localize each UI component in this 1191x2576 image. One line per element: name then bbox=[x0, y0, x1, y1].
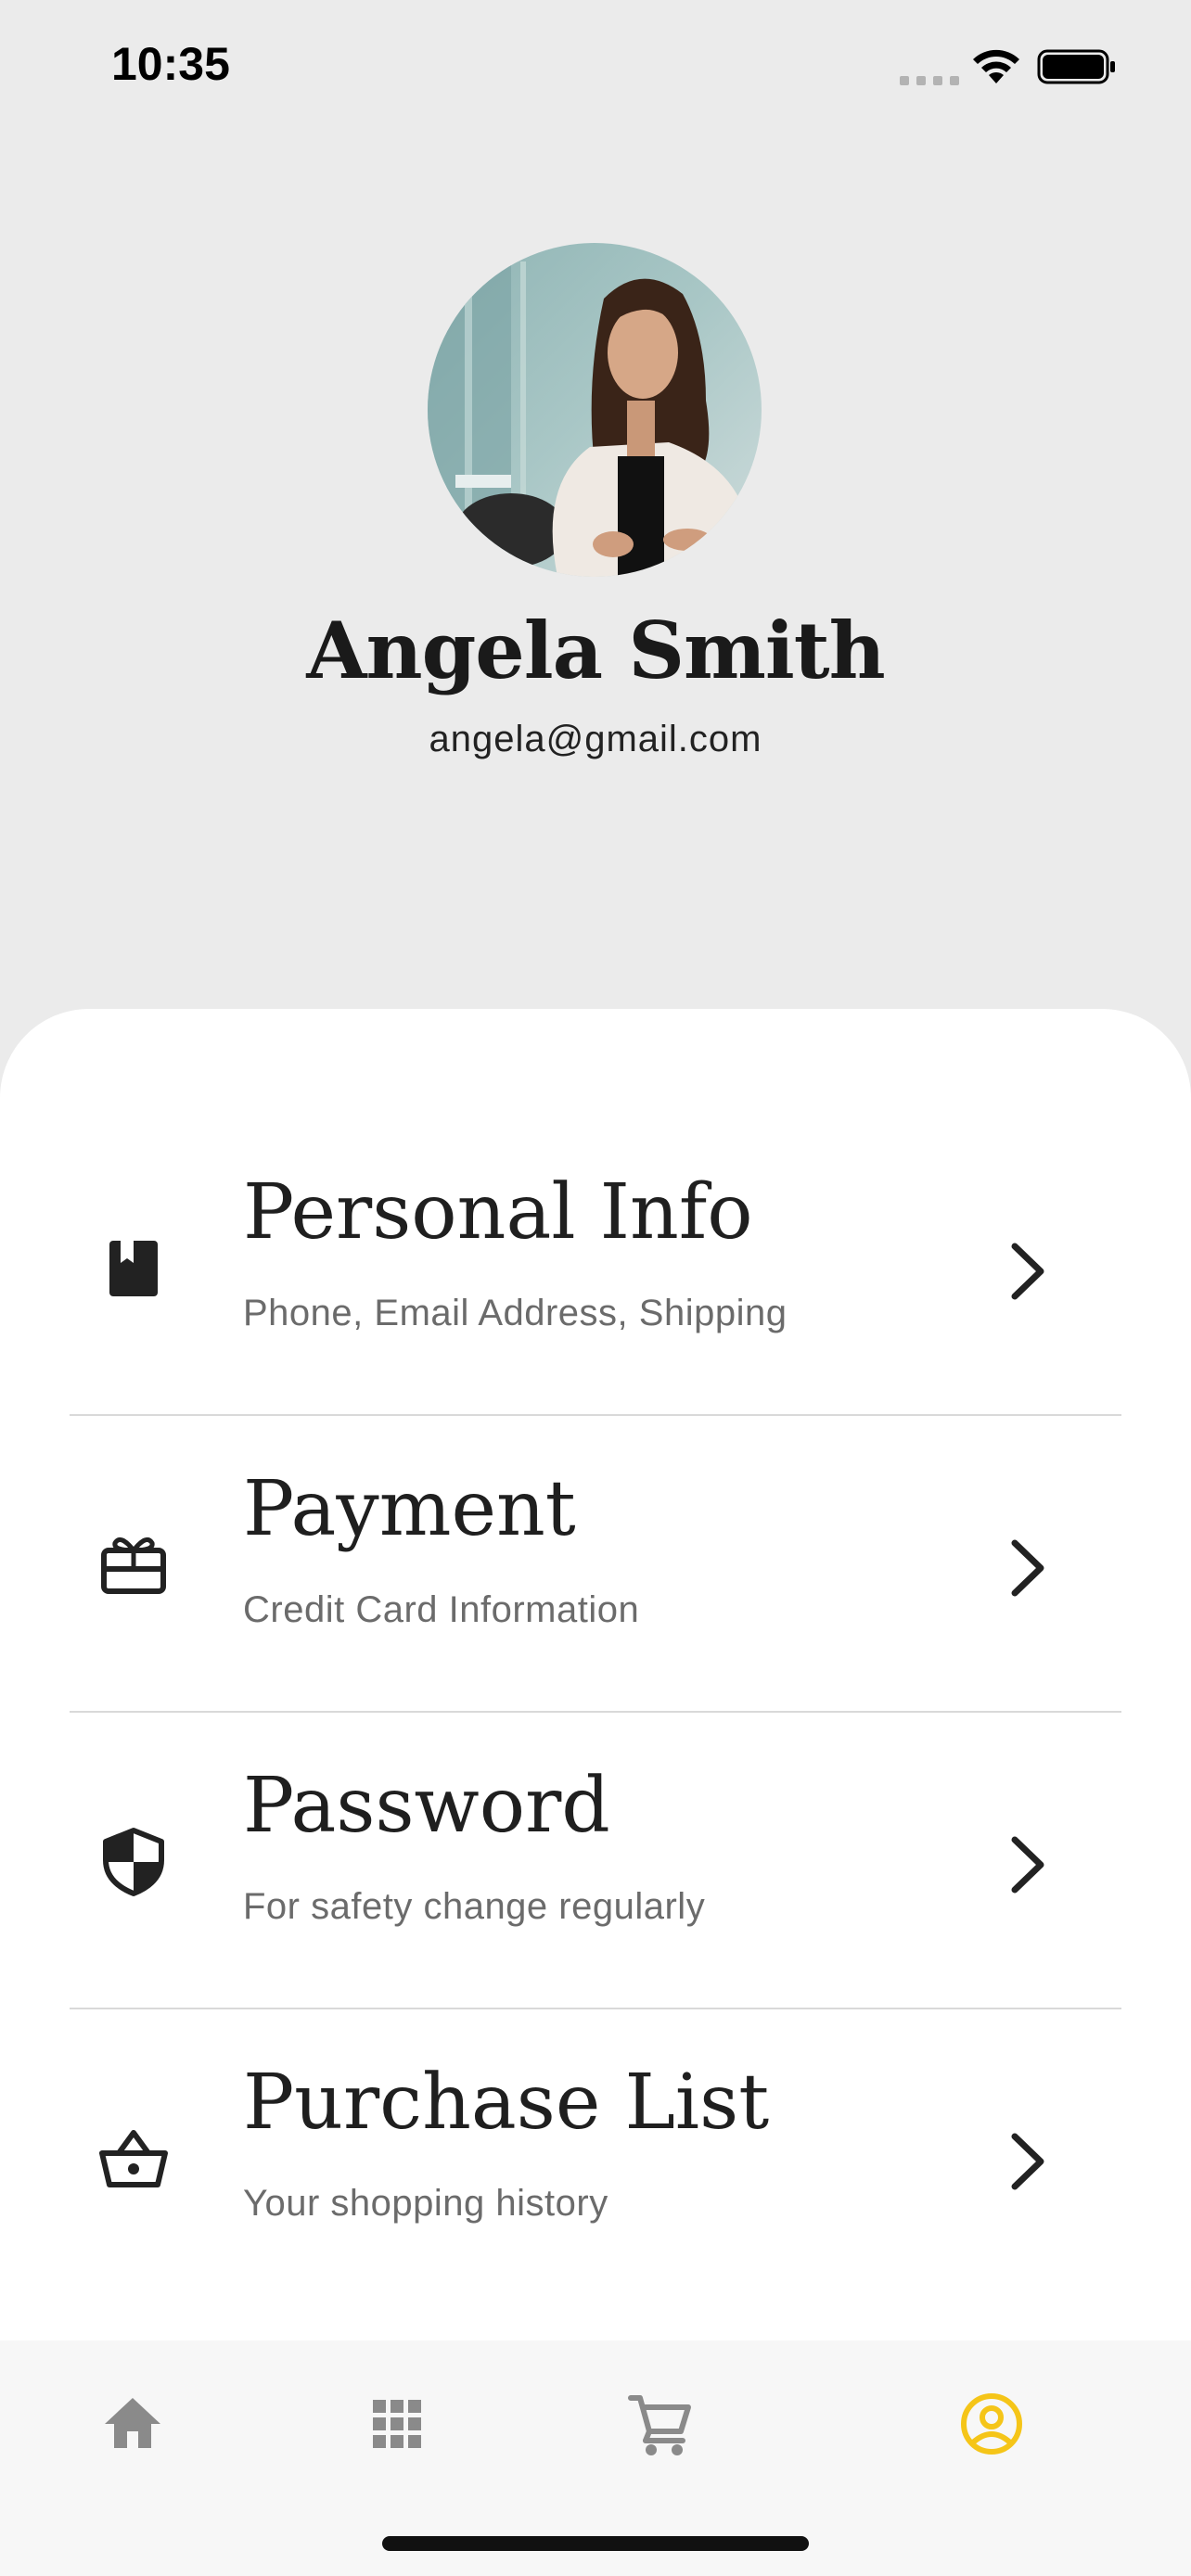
home-icon bbox=[105, 2398, 160, 2448]
chevron-right-icon bbox=[1011, 1243, 1044, 1300]
home-indicator[interactable] bbox=[382, 2536, 809, 2551]
nav-account-button[interactable] bbox=[956, 2389, 1027, 2459]
battery-icon bbox=[1037, 49, 1115, 84]
chevron-right-icon bbox=[1011, 2133, 1044, 2190]
menu-item-purchase-list[interactable]: Purchase List Your shopping history bbox=[0, 2001, 1191, 2298]
status-bar: 10:35 bbox=[0, 0, 1191, 139]
account-circle-icon bbox=[961, 2393, 1022, 2455]
menu-item-title: Personal Info bbox=[243, 1168, 753, 1256]
cart-icon bbox=[628, 2395, 691, 2455]
menu-item-subtitle: Credit Card Information bbox=[243, 1589, 640, 1630]
chevron-right-icon bbox=[1011, 1836, 1044, 1894]
contact-book-icon bbox=[109, 1241, 158, 1296]
menu-item-title: Password bbox=[243, 1762, 610, 1850]
menu-item-personal-info[interactable]: Personal Info Phone, Email Address, Ship… bbox=[0, 1111, 1191, 1408]
chevron-right-icon bbox=[1011, 1539, 1044, 1597]
menu-item-title: Payment bbox=[243, 1465, 576, 1553]
credit-card-gift-icon bbox=[101, 1537, 166, 1594]
shopping-basket-icon bbox=[99, 2130, 168, 2187]
user-name: Angela Smith bbox=[306, 605, 885, 696]
nav-cart-button[interactable] bbox=[625, 2389, 696, 2459]
menu-item-subtitle: Phone, Email Address, Shipping bbox=[243, 1293, 788, 1333]
nav-home-button[interactable] bbox=[97, 2389, 168, 2459]
menu-item-subtitle: Your shopping history bbox=[243, 2183, 608, 2224]
profile-photo bbox=[428, 243, 762, 577]
nav-catalog-button[interactable] bbox=[362, 2389, 432, 2459]
user-email: angela@gmail.com bbox=[429, 719, 762, 759]
settings-card: Personal Info Phone, Email Address, Ship… bbox=[0, 1009, 1191, 2344]
avatar[interactable] bbox=[428, 243, 762, 577]
profile-screen: 10:35 Angela Smith angela@gmail.com Pers… bbox=[0, 0, 1191, 2576]
menu-item-payment[interactable]: Payment Credit Card Information bbox=[0, 1408, 1191, 1704]
wifi-icon bbox=[973, 49, 1019, 83]
menu-item-title: Purchase List bbox=[243, 2059, 770, 2147]
menu-item-password[interactable]: Password For safety change regularly bbox=[0, 1704, 1191, 2001]
status-time: 10:35 bbox=[111, 38, 230, 90]
menu-item-subtitle: For safety change regularly bbox=[243, 1886, 706, 1927]
cellular-signal-icon bbox=[900, 76, 959, 85]
grid-icon bbox=[373, 2400, 421, 2448]
shield-icon bbox=[103, 1828, 164, 1896]
